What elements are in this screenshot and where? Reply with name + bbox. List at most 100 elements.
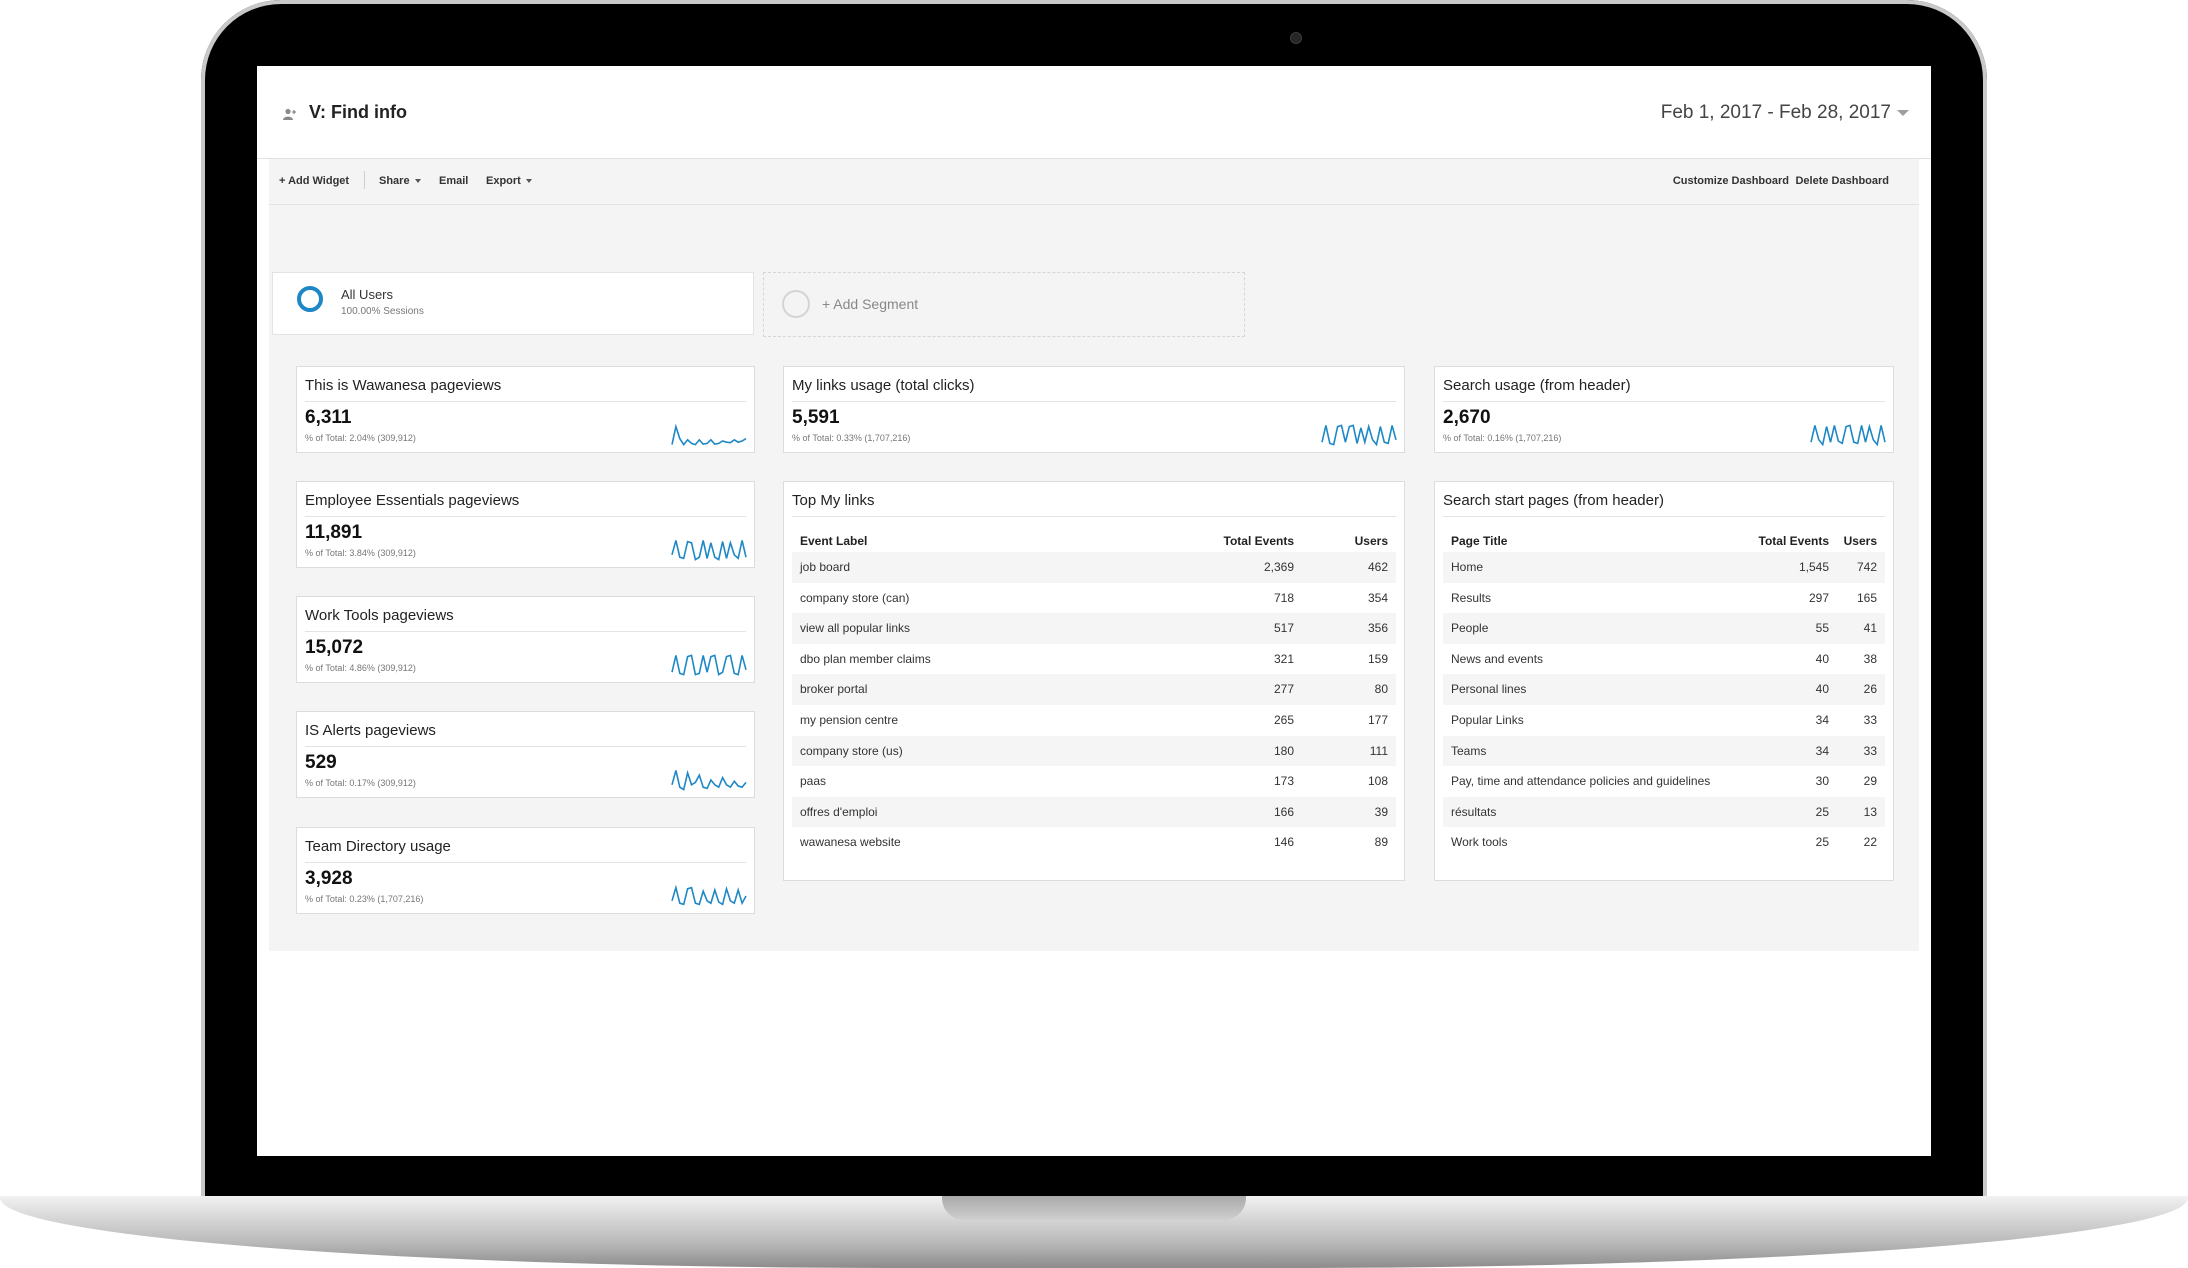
widget-divider — [792, 516, 1396, 517]
segment-all-users[interactable]: All Users 100.00% Sessions — [272, 272, 754, 335]
sparkline — [671, 769, 747, 791]
cell-total-events: 2,369 — [1263, 560, 1294, 574]
table-widget-top-my-links[interactable]: Top My links Event Label Total Events User… — [783, 481, 1405, 881]
metric-value: 3,928 — [305, 868, 353, 889]
cell-users: 356 — [1367, 621, 1388, 636]
cell-users: 108 — [1367, 774, 1388, 789]
cell-total-events: 25 — [1815, 804, 1829, 819]
table-row[interactable]: News and events 40 38 — [1443, 644, 1885, 675]
widget-title: IS Alerts pageviews — [305, 722, 436, 739]
cell-total-events: 265 — [1273, 712, 1294, 727]
table-row[interactable]: my pension centre 265 177 — [792, 705, 1396, 736]
cell-total-events: 40 — [1815, 682, 1829, 697]
table-row[interactable]: Work tools 25 22 — [1443, 827, 1885, 858]
table-row[interactable]: People 55 41 — [1443, 613, 1885, 644]
cell-total-events: 55 — [1815, 621, 1829, 636]
column-header-total-events[interactable]: Total Events — [1224, 534, 1294, 548]
sparkline — [1810, 423, 1886, 447]
cell-users: 159 — [1367, 651, 1388, 666]
scorecard-work-tools-pageviews[interactable]: Work Tools pageviews 15,072 % of Total: … — [296, 596, 755, 683]
column-header-users[interactable]: Users — [1355, 534, 1388, 548]
table-row[interactable]: view all popular links 517 356 — [792, 613, 1396, 644]
widget-title: Employee Essentials pageviews — [305, 492, 520, 509]
cell-label: wawanesa website — [800, 835, 901, 850]
delete-dashboard-button[interactable]: Delete Dashboard — [1795, 175, 1889, 187]
export-button[interactable]: Export — [486, 175, 532, 187]
column-header-label[interactable]: Page Title — [1451, 534, 1507, 548]
metric-value: 5,591 — [792, 407, 840, 428]
column-header-total-events[interactable]: Total Events — [1759, 534, 1829, 548]
scorecard-team-directory-usage[interactable]: Team Directory usage 3,928 % of Total: 0… — [296, 827, 755, 914]
widget-divider — [305, 631, 746, 632]
scorecard-employee-essentials-pageviews[interactable]: Employee Essentials pageviews 11,891 % o… — [296, 481, 755, 568]
customize-dashboard-button[interactable]: Customize Dashboard — [1673, 175, 1789, 187]
cell-total-events: 25 — [1815, 835, 1829, 850]
metric-percent-of-total: % of Total: 0.16% (1,707,216) — [1443, 433, 1562, 443]
table-row[interactable]: résultats 25 13 — [1443, 796, 1885, 828]
table-row[interactable]: job board 2,369 462 — [792, 552, 1396, 583]
table-row[interactable]: Home 1,545 742 — [1443, 552, 1885, 583]
table-header: Event Label Total Events Users — [792, 526, 1396, 552]
cell-total-events: 1,545 — [1798, 560, 1829, 574]
cell-label: Pay, time and attendance policies and gu… — [1451, 774, 1711, 789]
share-button[interactable]: Share — [379, 175, 421, 187]
add-widget-button[interactable]: + Add Widget — [279, 175, 349, 187]
sparkline — [671, 423, 747, 446]
chevron-down-icon[interactable] — [1897, 110, 1909, 116]
cell-total-events: 173 — [1273, 774, 1294, 789]
date-range-picker[interactable]: Feb 1, 2017 - Feb 28, 2017 — [1661, 102, 1891, 124]
cell-users: 41 — [1863, 621, 1877, 636]
cell-label: view all popular links — [800, 621, 911, 636]
sparkline-line — [671, 423, 747, 446]
add-segment-ring-icon — [782, 290, 810, 318]
column-header-label[interactable]: Event Label — [800, 534, 867, 548]
metric-value: 15,072 — [305, 637, 364, 658]
dashboard-title: V: Find info — [309, 102, 407, 122]
table-row[interactable]: Personal lines 40 26 — [1443, 674, 1885, 705]
cell-label: dbo plan member claims — [800, 651, 931, 666]
cell-users: 177 — [1367, 712, 1388, 727]
table-row[interactable]: paas 173 108 — [792, 766, 1396, 797]
scorecard-search-usage[interactable]: Search usage (from header) 2,670 % of To… — [1434, 366, 1894, 453]
table-row[interactable]: broker portal 277 80 — [792, 674, 1396, 705]
share-label: Share — [379, 175, 410, 187]
metric-percent-of-total: % of Total: 0.17% (309,912) — [305, 778, 416, 788]
cell-total-events: 40 — [1815, 651, 1829, 666]
screen: V: Find info Feb 1, 2017 - Feb 28, 2017 … — [257, 66, 1931, 1156]
add-segment-label: + Add Segment — [822, 296, 919, 312]
table-row[interactable]: company store (can) 718 354 — [792, 583, 1396, 614]
column-header-users[interactable]: Users — [1844, 534, 1877, 548]
widget-title: Search start pages (from header) — [1443, 492, 1664, 509]
table-row[interactable]: Results 297 165 — [1443, 583, 1885, 614]
export-label: Export — [486, 175, 521, 187]
cell-label: Teams — [1451, 743, 1487, 758]
table-row[interactable]: company store (us) 180 111 — [792, 735, 1396, 767]
table-row[interactable]: Popular Links 34 33 — [1443, 705, 1885, 736]
table-row[interactable]: Pay, time and attendance policies and gu… — [1443, 766, 1885, 797]
cell-total-events: 718 — [1273, 590, 1294, 605]
scorecard-wawanesa-pageviews[interactable]: This is Wawanesa pageviews 6,311 % of To… — [296, 366, 755, 453]
data-table: Event Label Total Events Users job board 2,3… — [792, 526, 1396, 858]
cell-users: 33 — [1863, 743, 1877, 758]
cell-label: Home — [1451, 560, 1484, 574]
sparkline-line — [671, 884, 747, 906]
cell-users: 39 — [1374, 804, 1388, 819]
table-row[interactable]: offres d'emploi 166 39 — [792, 796, 1396, 828]
widget-divider — [1443, 401, 1885, 402]
segment-sessions: 100.00% Sessions — [341, 306, 424, 317]
table-row[interactable]: Teams 34 33 — [1443, 735, 1885, 767]
cell-total-events: 321 — [1273, 651, 1294, 666]
email-button[interactable]: Email — [439, 175, 468, 187]
table-widget-search-start-pages[interactable]: Search start pages (from header) Page Ti… — [1434, 481, 1894, 881]
table-row[interactable]: wawanesa website 146 89 — [792, 827, 1396, 858]
metric-value: 2,670 — [1443, 407, 1491, 428]
widget-divider — [305, 862, 746, 863]
cell-users: 462 — [1367, 560, 1388, 574]
add-segment-button[interactable]: + Add Segment — [763, 272, 1245, 337]
scorecard-my-links-usage[interactable]: My links usage (total clicks) 5,591 % of… — [783, 366, 1405, 453]
table-row[interactable]: dbo plan member claims 321 159 — [792, 644, 1396, 675]
dashboard-content: + Add Widget Share Email Export Customiz… — [269, 159, 1919, 951]
toolbar-divider — [364, 171, 365, 189]
cell-total-events: 517 — [1273, 621, 1294, 636]
scorecard-is-alerts-pageviews[interactable]: IS Alerts pageviews 529 % of Total: 0.17… — [296, 711, 755, 798]
